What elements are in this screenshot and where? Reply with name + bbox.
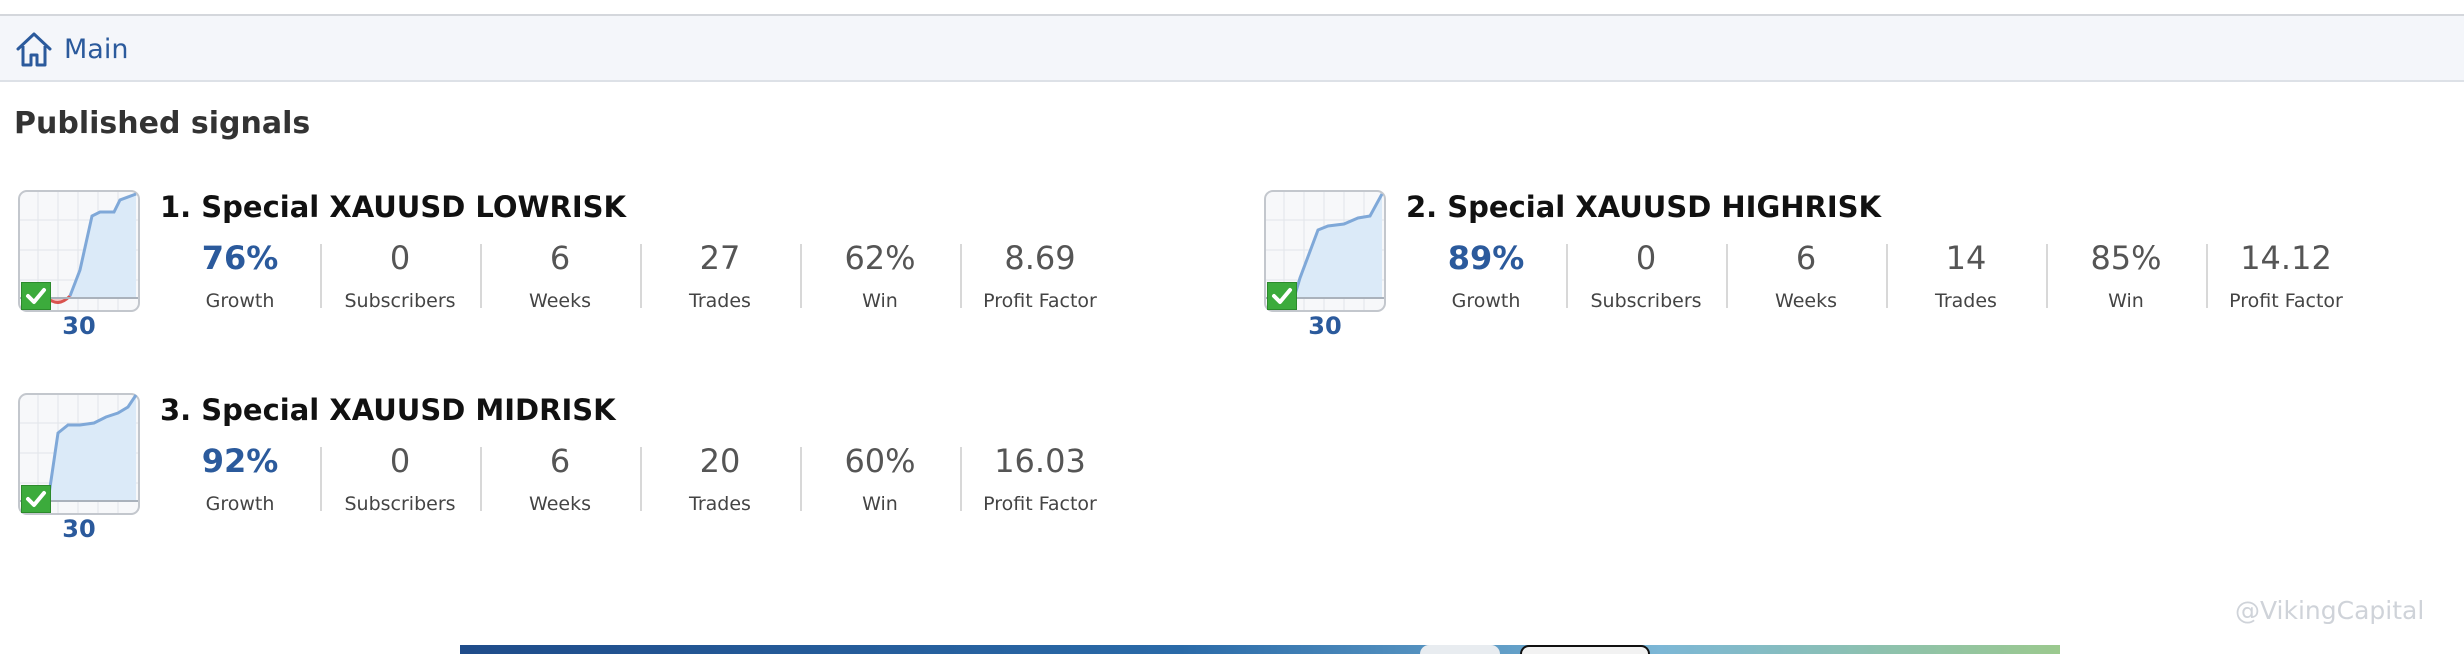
signal-thumbnail[interactable] — [1264, 190, 1386, 312]
stat-trades: 20 Trades — [640, 441, 800, 515]
stat-value: 14.12 — [2240, 239, 2332, 277]
stat-profit-factor: 8.69 Profit Factor — [960, 238, 1120, 312]
stat-label: Weeks — [529, 493, 591, 515]
stat-subscribers: 0 Subscribers — [1566, 238, 1726, 312]
stat-label: Subscribers — [344, 493, 456, 515]
signal-card: 30 3. Special XAUUSD MIDRISK 92% Growth 0… — [14, 393, 1174, 573]
navbar: Main — [0, 16, 2464, 82]
stat-label: Trades — [689, 493, 751, 515]
bottom-banner — [460, 645, 2060, 654]
stat-label: Growth — [205, 493, 275, 515]
stat-value: 27 — [699, 239, 741, 277]
check-icon — [1267, 282, 1297, 310]
stat-label: Subscribers — [1590, 290, 1702, 312]
stat-weeks: 6 Weeks — [1726, 238, 1886, 312]
home-icon — [16, 32, 52, 67]
stat-subscribers: 0 Subscribers — [320, 441, 480, 515]
banner-shape — [1520, 645, 1650, 654]
signal-thumbnail[interactable] — [18, 393, 140, 515]
stat-trades: 27 Trades — [640, 238, 800, 312]
signal-thumbnail[interactable] — [18, 190, 140, 312]
home-label: Main — [64, 33, 129, 65]
thumbnail-count: 30 — [1308, 312, 1342, 340]
stat-label: Weeks — [1775, 290, 1837, 312]
stat-value: 92% — [201, 442, 279, 480]
signal-title[interactable]: 3. Special XAUUSD MIDRISK — [160, 393, 616, 427]
stat-value: 62% — [844, 239, 916, 277]
stat-label: Win — [862, 290, 898, 312]
stat-label: Weeks — [529, 290, 591, 312]
signal-title[interactable]: 1. Special XAUUSD LOWRISK — [160, 190, 626, 224]
stat-subscribers: 0 Subscribers — [320, 238, 480, 312]
stat-value: 89% — [1447, 239, 1525, 277]
watermark: @VikingCapital — [2235, 596, 2425, 625]
check-icon — [21, 485, 51, 513]
stat-value: 16.03 — [994, 442, 1086, 480]
stat-profit-factor: 14.12 Profit Factor — [2206, 238, 2366, 312]
signal-card: 30 1. Special XAUUSD LOWRISK 76% Growth 0… — [14, 190, 1174, 370]
stat-value: 20 — [699, 442, 741, 480]
stat-growth: 89% Growth — [1406, 238, 1566, 312]
stat-label: Trades — [1935, 290, 1997, 312]
stat-trades: 14 Trades — [1886, 238, 2046, 312]
signal-card: 30 2. Special XAUUSD HIGHRISK 89% Growth … — [1260, 190, 2420, 370]
stat-label: Win — [2108, 290, 2144, 312]
stat-label: Win — [862, 493, 898, 515]
stat-value: 8.69 — [1004, 239, 1076, 277]
stat-label: Profit Factor — [2229, 290, 2343, 312]
stat-value: 0 — [389, 239, 411, 277]
stat-value: 76% — [201, 239, 279, 277]
stat-value: 6 — [549, 442, 571, 480]
home-link[interactable]: Main — [14, 30, 128, 68]
banner-shape — [1420, 645, 1500, 654]
signal-title[interactable]: 2. Special XAUUSD HIGHRISK — [1406, 190, 1881, 224]
stat-win: 60% Win — [800, 441, 960, 515]
stat-value: 60% — [844, 442, 916, 480]
stat-value: 0 — [389, 442, 411, 480]
stat-value: 14 — [1945, 239, 1987, 277]
stat-value: 85% — [2090, 239, 2162, 277]
stat-value: 6 — [1795, 239, 1817, 277]
stat-label: Profit Factor — [983, 493, 1097, 515]
stat-label: Profit Factor — [983, 290, 1097, 312]
stat-label: Trades — [689, 290, 751, 312]
stat-profit-factor: 16.03 Profit Factor — [960, 441, 1120, 515]
stat-growth: 76% Growth — [160, 238, 320, 312]
signal-stats: 76% Growth 0 Subscribers 6 Weeks 27 Trades 6… — [160, 238, 1120, 312]
stat-growth: 92% Growth — [160, 441, 320, 515]
stat-value: 0 — [1635, 239, 1657, 277]
stat-win: 62% Win — [800, 238, 960, 312]
thumbnail-count: 30 — [62, 312, 96, 340]
stat-value: 6 — [549, 239, 571, 277]
stat-win: 85% Win — [2046, 238, 2206, 312]
thumbnail-count: 30 — [62, 515, 96, 543]
stat-label: Growth — [1451, 290, 1521, 312]
stat-weeks: 6 Weeks — [480, 238, 640, 312]
stat-label: Subscribers — [344, 290, 456, 312]
stat-weeks: 6 Weeks — [480, 441, 640, 515]
page-title: Published signals — [14, 106, 311, 141]
check-icon — [21, 282, 51, 310]
signal-stats: 89% Growth 0 Subscribers 6 Weeks 14 Trades 8… — [1406, 238, 2366, 312]
stat-label: Growth — [205, 290, 275, 312]
signal-stats: 92% Growth 0 Subscribers 6 Weeks 20 Trades 6… — [160, 441, 1120, 515]
